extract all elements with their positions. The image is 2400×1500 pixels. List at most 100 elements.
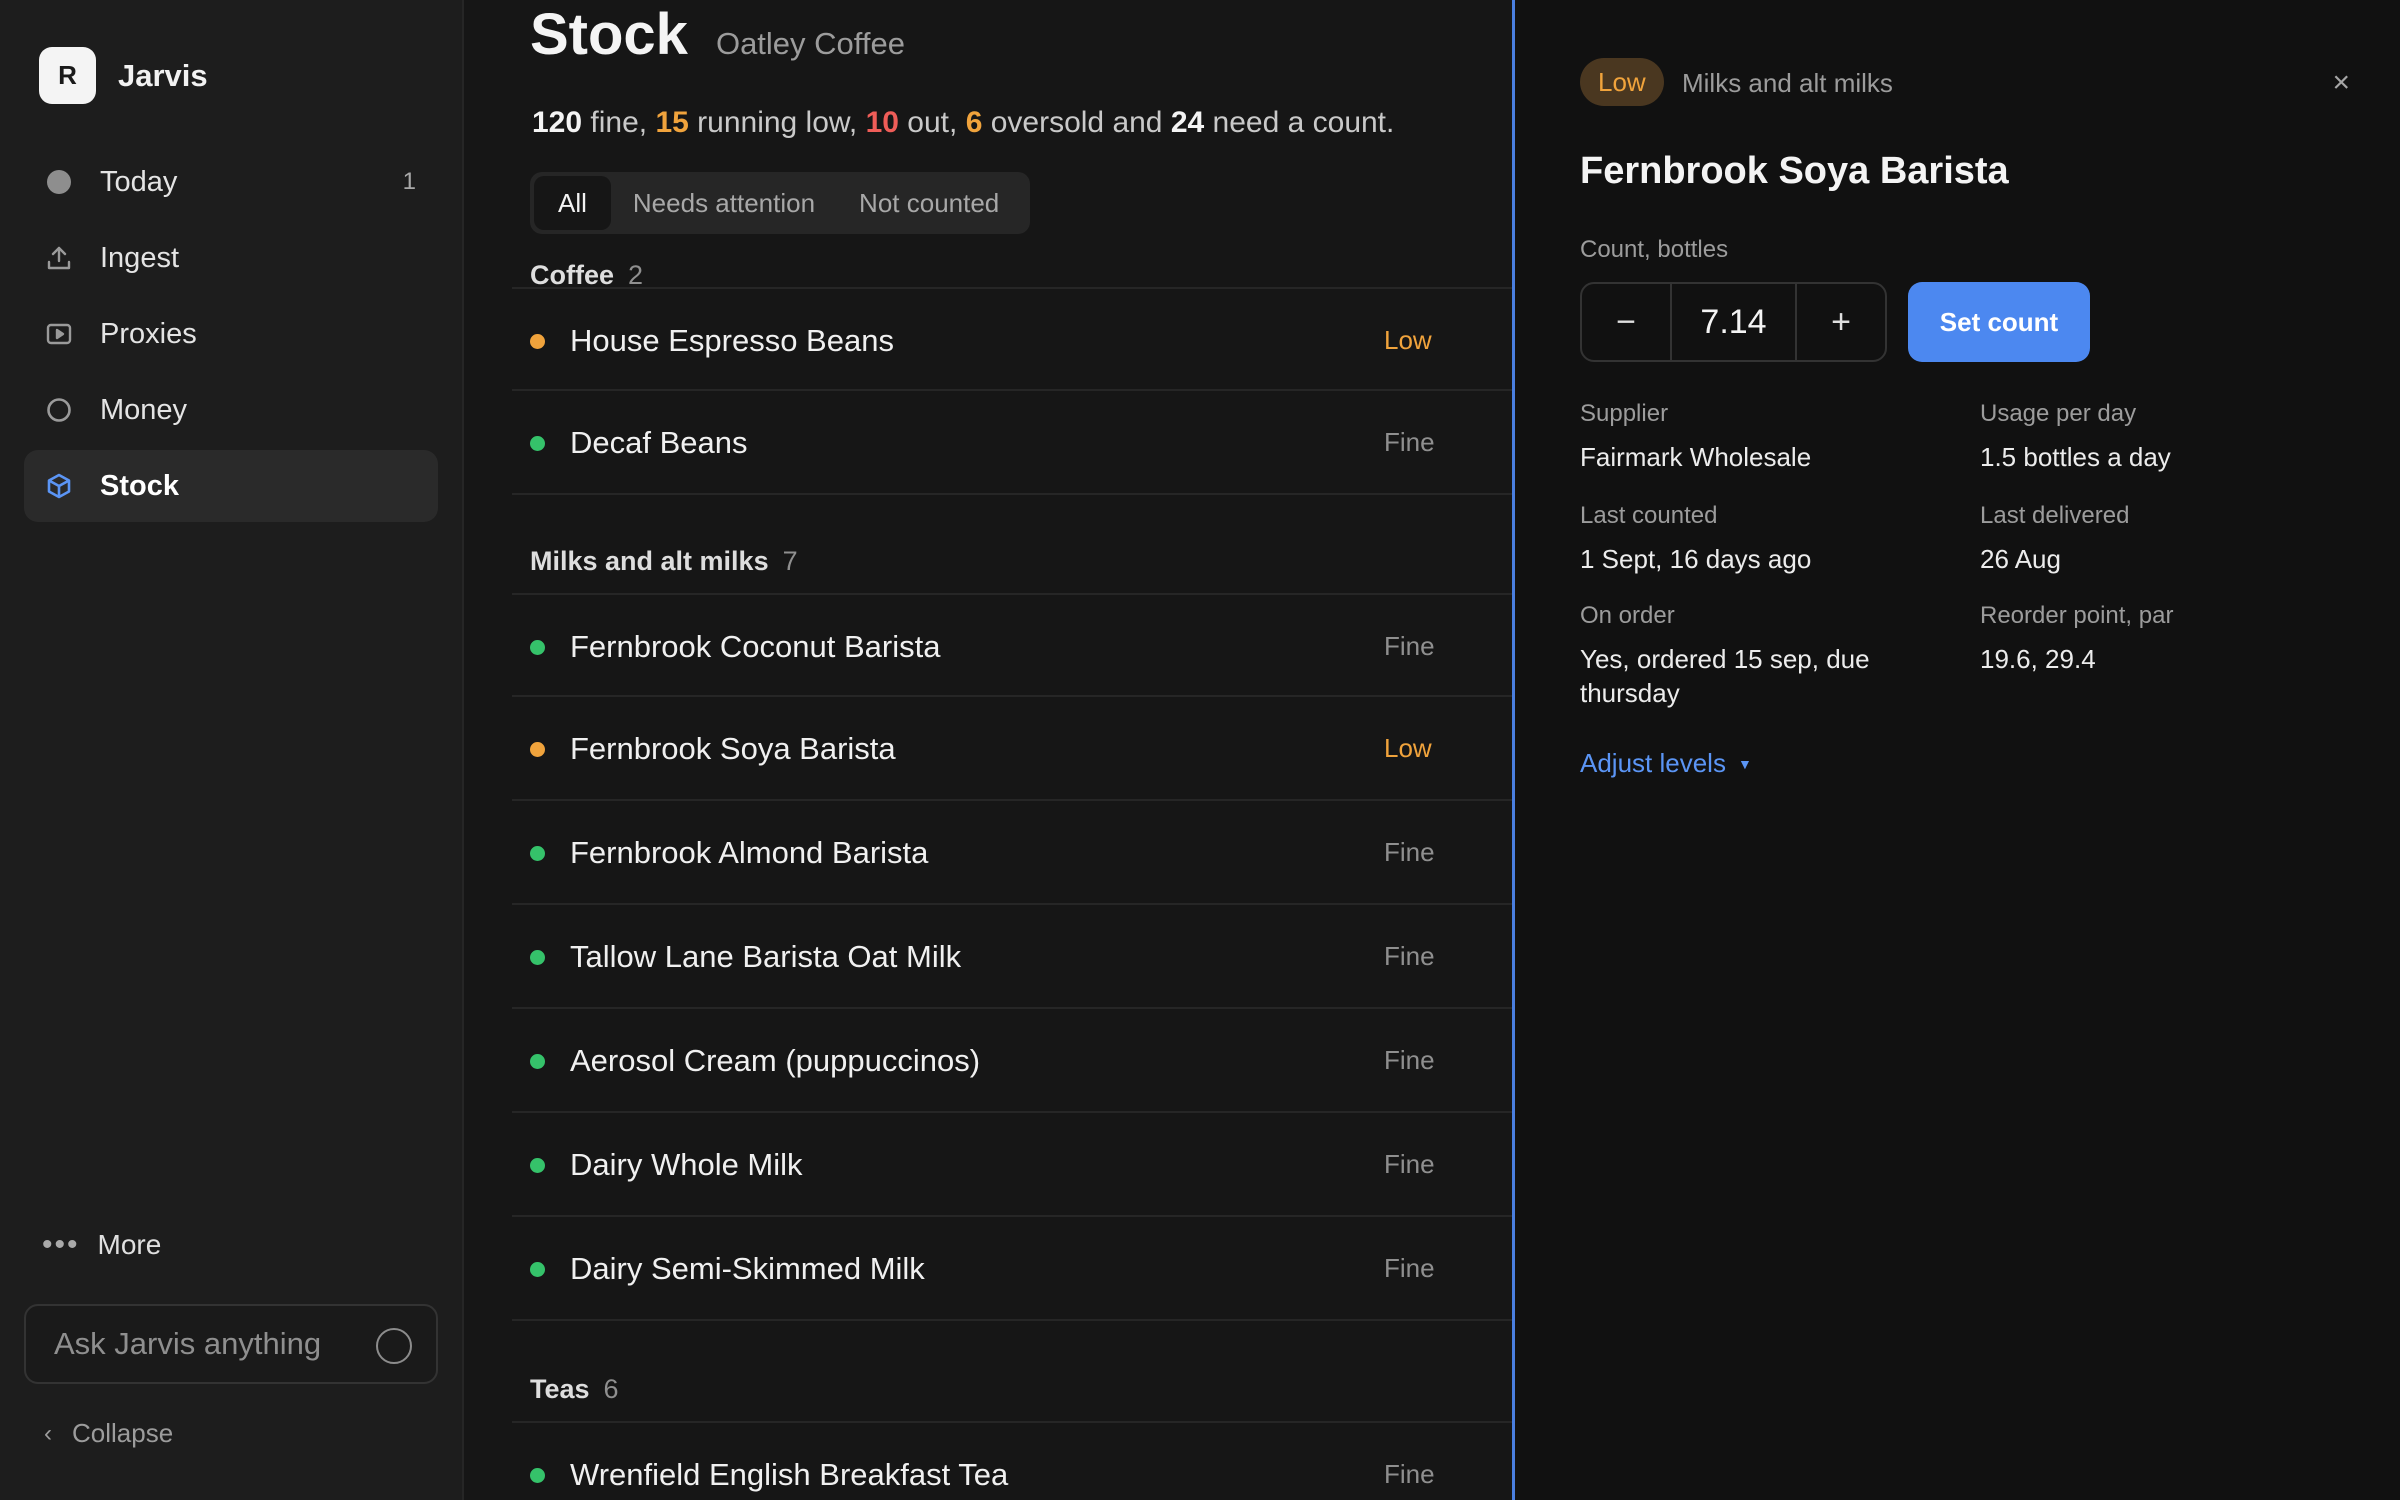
caret-down-icon: ▼ — [1737, 755, 1752, 772]
group-name: Milks and alt milks — [530, 546, 769, 576]
low-count: 15 — [655, 106, 689, 139]
tab-not-counted[interactable]: Not counted — [837, 176, 1021, 230]
item-status: Low — [1384, 733, 1432, 763]
sidebar: R Jarvis Today 1 Ingest Proxies Money St… — [0, 0, 464, 1500]
group-header-teas: Teas 6 — [530, 1374, 619, 1405]
status-dot — [530, 1262, 545, 1277]
detail-category: Milks and alt milks — [1682, 68, 1893, 98]
group-count: 7 — [782, 546, 798, 576]
status-dot — [530, 334, 545, 349]
oversold-text: oversold and — [982, 106, 1171, 139]
list-item[interactable]: Aerosol Cream (puppuccinos) Fine — [512, 1009, 1512, 1113]
more-button[interactable]: ••• More — [42, 1228, 161, 1262]
need-count-count: 24 — [1170, 106, 1205, 139]
list-item[interactable]: Dairy Semi-Skimmed Milk Fine — [512, 1217, 1512, 1321]
item-status: Fine — [1384, 1253, 1435, 1283]
field-label: On order — [1580, 602, 1675, 629]
item-name: House Espresso Beans — [570, 323, 894, 358]
item-status: Fine — [1384, 837, 1435, 867]
sidebar-item-label: Proxies — [100, 317, 197, 350]
out-text: out, — [898, 106, 966, 139]
sidebar-item-ingest[interactable]: Ingest — [24, 222, 438, 294]
status-dot — [530, 1158, 545, 1173]
status-dot — [530, 1054, 545, 1069]
brand[interactable]: R Jarvis — [39, 47, 208, 104]
tab-needs-attention[interactable]: Needs attention — [611, 176, 837, 230]
adjust-levels-link[interactable]: Adjust levels ▼ — [1580, 748, 1752, 779]
status-dot — [530, 950, 545, 965]
decrement-button[interactable]: − — [1582, 284, 1670, 360]
detail-panel: Low Milks and alt milks × Fernbrook Soya… — [1512, 0, 2400, 1500]
item-name: Dairy Whole Milk — [570, 1147, 803, 1182]
field-value: 1.5 bottles a day — [1980, 442, 2171, 472]
brand-logo: R — [39, 47, 96, 104]
list-item[interactable]: Dairy Whole Milk Fine — [512, 1113, 1512, 1217]
page-title: Stock — [530, 2, 688, 67]
fine-count: 120 — [532, 106, 583, 139]
collapse-button[interactable]: ‹ Collapse — [44, 1418, 173, 1449]
list-item[interactable]: House Espresso Beans Low — [512, 287, 1512, 391]
item-status: Fine — [1384, 631, 1435, 661]
stock-summary: 120 fine, 15 running low, 10 out, 6 over… — [532, 106, 1394, 140]
fine-text: fine, — [582, 106, 656, 139]
status-dot — [530, 1468, 545, 1483]
app-window: R Jarvis Today 1 Ingest Proxies Money St… — [0, 0, 2400, 1500]
count-input[interactable] — [1670, 284, 1797, 360]
group-count: 2 — [628, 260, 644, 290]
field-label: Supplier — [1580, 400, 1669, 427]
circle-outline-icon — [44, 395, 74, 425]
status-dot — [530, 640, 545, 655]
item-name: Tallow Lane Barista Oat Milk — [570, 939, 962, 974]
out-count: 10 — [865, 106, 899, 139]
close-icon[interactable]: × — [2332, 68, 2350, 98]
detail-title: Fernbrook Soya Barista — [1580, 150, 2009, 192]
sidebar-item-label: Ingest — [100, 241, 179, 274]
group-count: 6 — [603, 1374, 619, 1404]
brand-name: Jarvis — [118, 57, 208, 93]
field-label: Reorder point, par — [1980, 602, 2174, 629]
set-count-button[interactable]: Set count — [1908, 282, 2090, 362]
ask-jarvis-input[interactable] — [54, 1326, 354, 1362]
list-item[interactable]: Wrenfield English Breakfast Tea Fine — [512, 1421, 1512, 1500]
tab-all[interactable]: All — [534, 176, 611, 230]
chevron-left-icon: ‹ — [44, 1419, 52, 1447]
sidebar-item-money[interactable]: Money — [24, 374, 438, 446]
field-value: Yes, ordered 15 sep, due thursday — [1580, 644, 1870, 708]
list-item[interactable]: Fernbrook Coconut Barista Fine — [512, 593, 1512, 697]
item-status: Fine — [1384, 1459, 1435, 1489]
list-item[interactable]: Fernbrook Soya Barista Low — [512, 697, 1512, 801]
page-header: Stock Oatley Coffee — [530, 0, 905, 70]
field-value: Fairmark Wholesale — [1580, 442, 1812, 472]
status-dot — [530, 436, 545, 451]
item-name: Aerosol Cream (puppuccinos) — [570, 1043, 981, 1078]
field-last-delivered: Last delivered 26 Aug — [1980, 502, 2340, 576]
field-label: Usage per day — [1980, 400, 2137, 427]
field-label: Last counted — [1580, 502, 1718, 529]
collapse-label: Collapse — [72, 1418, 174, 1448]
more-dots-icon: ••• — [42, 1228, 80, 1261]
sidebar-item-proxies[interactable]: Proxies — [24, 298, 438, 370]
oversold-count: 6 — [965, 106, 983, 139]
list-item[interactable]: Fernbrook Almond Barista Fine — [512, 801, 1512, 905]
list-item[interactable]: Tallow Lane Barista Oat Milk Fine — [512, 905, 1512, 1009]
voice-circle-icon[interactable] — [376, 1328, 412, 1364]
sidebar-item-label: Today — [100, 165, 178, 198]
sidebar-item-count: 1 — [402, 168, 416, 195]
field-value: 26 Aug — [1980, 544, 2061, 574]
low-text: running low, — [688, 106, 866, 139]
item-name: Dairy Semi-Skimmed Milk — [570, 1251, 925, 1286]
status-dot — [530, 742, 545, 757]
circle-filled-icon — [44, 167, 74, 197]
list-item[interactable]: Decaf Beans Fine — [512, 391, 1512, 495]
ask-jarvis-box — [24, 1304, 438, 1384]
sidebar-item-stock[interactable]: Stock — [24, 450, 438, 522]
upload-icon — [44, 243, 74, 273]
field-reorder: Reorder point, par 19.6, 29.4 — [1980, 602, 2340, 676]
more-label: More — [97, 1229, 162, 1260]
item-status: Fine — [1384, 427, 1435, 457]
field-last-counted: Last counted 1 Sept, 16 days ago — [1580, 502, 1940, 576]
field-supplier: Supplier Fairmark Wholesale — [1580, 400, 1940, 474]
sidebar-item-today[interactable]: Today 1 — [24, 146, 438, 218]
main-content: Stock Oatley Coffee 120 fine, 15 running… — [466, 0, 1512, 1500]
increment-button[interactable]: + — [1797, 284, 1885, 360]
